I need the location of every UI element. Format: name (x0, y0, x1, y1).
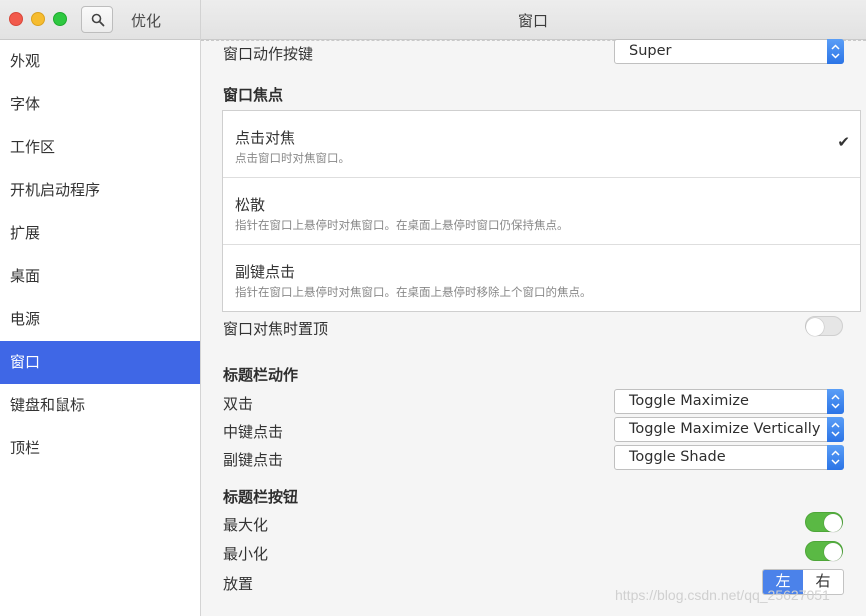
double-click-value: Toggle Maximize (629, 393, 749, 409)
minimize-switch[interactable] (805, 541, 843, 561)
action-key-label: 窗口动作按键 (223, 45, 314, 63)
combo-arrow-icon (827, 445, 844, 470)
secondary-click-label: 副键点击 (223, 451, 284, 469)
secondary-click-value: Toggle Shade (629, 449, 726, 465)
action-key-select[interactable]: Super (614, 39, 844, 64)
page-title: 窗口 (517, 12, 548, 30)
focus-mode-list: 点击对焦 点击窗口时对焦窗口。 ✔ 松散 指针在窗口上悬停时对焦窗口。在桌面上悬… (222, 110, 861, 312)
middle-click-label: 中键点击 (223, 423, 284, 441)
sidebar-item-startup-apps[interactable]: 开机启动程序 (0, 169, 200, 212)
sidebar-item-desktop[interactable]: 桌面 (0, 255, 200, 298)
maximize-window-button[interactable] (53, 12, 67, 26)
secondary-click-select[interactable]: Toggle Shade (614, 445, 844, 470)
sidebar-item-top-bar[interactable]: 顶栏 (0, 427, 200, 470)
sidebar-item-extensions[interactable]: 扩展 (0, 212, 200, 255)
focus-option-title: 点击对焦 (235, 129, 296, 147)
combo-arrow-icon (827, 389, 844, 414)
sidebar: 外观 字体 工作区 开机启动程序 扩展 桌面 电源 窗口 键盘和鼠标 顶栏 (0, 40, 201, 616)
switch-knob (824, 543, 842, 561)
maximize-label: 最大化 (223, 516, 269, 534)
focus-option-secondary-click[interactable]: 副键点击 指针在窗口上悬停时对焦窗口。在桌面上悬停时移除上个窗口的焦点。 (223, 245, 860, 312)
focus-option-title: 副键点击 (235, 263, 296, 281)
minimize-label: 最小化 (223, 545, 269, 563)
focus-option-desc: 指针在窗口上悬停时对焦窗口。在桌面上悬停时移除上个窗口的焦点。 (235, 285, 592, 299)
focus-option-sloppy[interactable]: 松散 指针在窗口上悬停时对焦窗口。在桌面上悬停时窗口仍保持焦点。 (223, 178, 860, 245)
titlebar-buttons-heading: 标题栏按钮 (223, 488, 299, 506)
placement-label: 放置 (223, 575, 254, 593)
sidebar-item-fonts[interactable]: 字体 (0, 83, 200, 126)
sidebar-item-keyboard-mouse[interactable]: 键盘和鼠标 (0, 384, 200, 427)
switch-knob (824, 514, 842, 532)
raise-on-focus-label: 窗口对焦时置顶 (223, 320, 329, 338)
combo-arrow-icon (827, 39, 844, 64)
action-key-value: Super (629, 43, 672, 59)
sidebar-item-workspaces[interactable]: 工作区 (0, 126, 200, 169)
switch-knob (806, 318, 824, 336)
main-panel: 窗口动作按键 Super 窗口焦点 点击对焦 点击窗口时对焦窗口。 ✔ 松散 指… (201, 39, 866, 616)
middle-click-value: Toggle Maximize Vertically (629, 421, 821, 437)
focus-option-click[interactable]: 点击对焦 点击窗口时对焦窗口。 ✔ (223, 111, 860, 178)
sidebar-item-windows[interactable]: 窗口 (0, 341, 200, 384)
search-icon (91, 13, 105, 27)
raise-on-focus-switch[interactable] (805, 316, 843, 336)
double-click-select[interactable]: Toggle Maximize (614, 389, 844, 414)
focus-heading: 窗口焦点 (223, 86, 284, 104)
focus-option-desc: 指针在窗口上悬停时对焦窗口。在桌面上悬停时窗口仍保持焦点。 (235, 218, 569, 232)
combo-arrow-icon (827, 417, 844, 442)
watermark: https://blog.csdn.net/qq_25627051 (615, 587, 830, 603)
close-window-button[interactable] (9, 12, 23, 26)
focus-option-title: 松散 (235, 196, 266, 214)
search-button[interactable] (81, 6, 113, 33)
focus-option-desc: 点击窗口时对焦窗口。 (235, 151, 350, 165)
maximize-switch[interactable] (805, 512, 843, 532)
middle-click-select[interactable]: Toggle Maximize Vertically (614, 417, 844, 442)
header-bar: 优化 窗口 (0, 0, 866, 40)
app-title: 优化 (131, 12, 162, 30)
sidebar-item-power[interactable]: 电源 (0, 298, 200, 341)
checkmark-icon: ✔ (837, 133, 850, 151)
double-click-label: 双击 (223, 395, 254, 413)
titlebar-actions-heading: 标题栏动作 (223, 366, 299, 384)
sidebar-item-appearance[interactable]: 外观 (0, 40, 200, 83)
minimize-window-button[interactable] (31, 12, 45, 26)
